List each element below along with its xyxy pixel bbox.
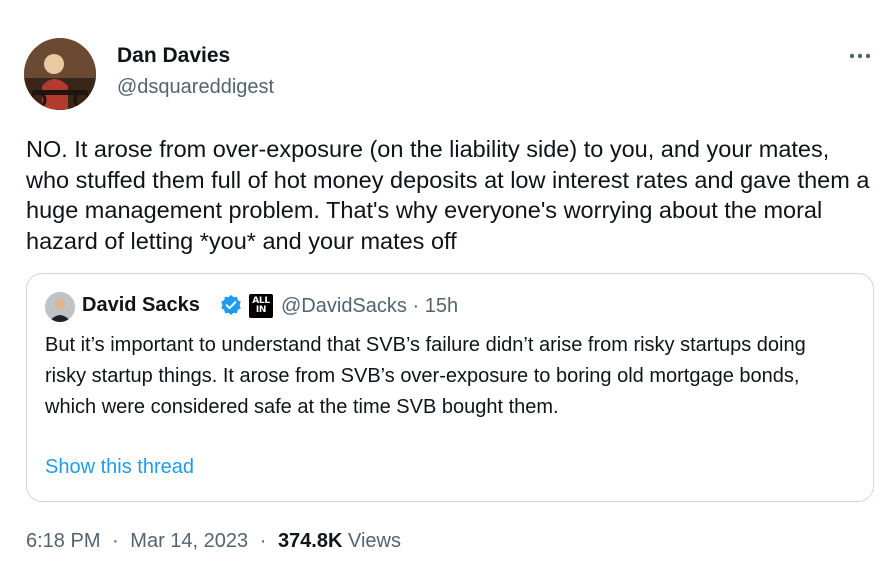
- tweet-date[interactable]: Mar 14, 2023: [130, 530, 248, 552]
- views-count[interactable]: 374.8K: [278, 530, 343, 552]
- quoted-author-handle[interactable]: @DavidSacks: [281, 295, 407, 317]
- footer-separator: ·: [112, 530, 119, 552]
- tweet-text: NO. It arose from over-exposure (on the …: [26, 136, 870, 254]
- quoted-author-name[interactable]: David Sacks: [82, 294, 200, 317]
- author-name[interactable]: Dan Davies: [117, 44, 230, 68]
- quoted-time[interactable]: 15h: [425, 295, 458, 317]
- quoted-author-avatar[interactable]: [45, 292, 75, 322]
- quoted-meta: @DavidSacks · 15h: [281, 295, 458, 318]
- tweet-card: Dan Davies @dsquareddigest NO. It arose …: [0, 0, 889, 566]
- show-thread-link[interactable]: Show this thread: [45, 456, 194, 479]
- tweet-footer: 6:18 PM · Mar 14, 2023 · 374.8K Views: [26, 530, 401, 553]
- quoted-tweet[interactable]: David Sacks ALL IN @DavidSacks · 15h But…: [26, 273, 874, 502]
- meta-separator: ·: [412, 295, 420, 317]
- footer-separator: ·: [259, 530, 267, 552]
- author-handle[interactable]: @dsquareddigest: [117, 76, 274, 99]
- author-avatar[interactable]: [24, 38, 96, 110]
- quoted-tweet-text: But it’s important to understand that SV…: [45, 334, 806, 418]
- more-horizontal-icon[interactable]: [846, 44, 874, 68]
- affiliate-badge[interactable]: ALL IN: [249, 294, 273, 318]
- tweet-time[interactable]: 6:18 PM: [26, 530, 100, 552]
- verified-badge-icon: [220, 294, 242, 316]
- affiliate-badge-label: ALL IN: [252, 296, 270, 315]
- views-label: Views: [348, 530, 401, 552]
